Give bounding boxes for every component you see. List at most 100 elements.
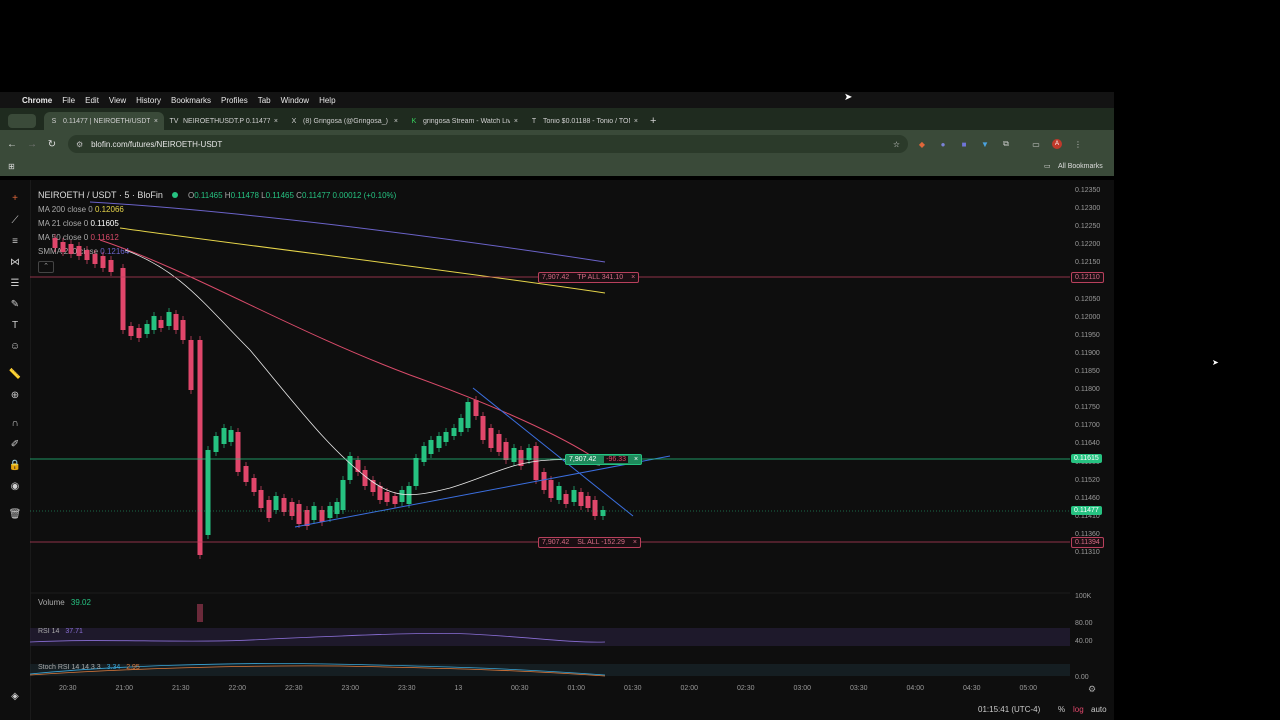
tab-blofin[interactable]: S 0.11477 | NEIROETH/USDT | × — [44, 112, 164, 130]
address-bar[interactable]: ⚙ blofin.com/futures/NEIROETH-USDT ☆ — [68, 135, 908, 153]
log-scale-toggle[interactable]: log — [1073, 705, 1084, 714]
price-axis-label: 0.12250 — [1075, 223, 1101, 231]
entry-price-badge: 0.11615 — [1071, 454, 1102, 463]
profile-avatar[interactable]: A — [1050, 137, 1064, 151]
auto-scale-toggle[interactable]: auto — [1091, 705, 1107, 714]
lock-icon[interactable]: 🔒 — [8, 459, 22, 473]
back-arrow-icon[interactable]: ← — [2, 139, 22, 150]
menu-edit[interactable]: Edit — [85, 96, 99, 105]
time-axis-label: 04:30 — [963, 685, 981, 692]
pattern-icon[interactable]: ⋈ — [8, 256, 22, 270]
layers-icon[interactable]: ◈ — [8, 690, 22, 704]
eye-icon[interactable]: ◉ — [8, 480, 22, 494]
close-icon[interactable]: × — [631, 274, 635, 281]
close-icon[interactable]: × — [634, 456, 638, 463]
sl-price-badge: 0.11394 — [1071, 537, 1104, 548]
smma-200-line — [89, 201, 606, 263]
menu-app-name[interactable]: Chrome — [22, 96, 52, 105]
time-axis-label: 21:30 — [172, 685, 190, 692]
time-axis-label: 04:00 — [906, 685, 925, 692]
chart-settings-icon[interactable]: ⚙ — [1088, 684, 1096, 695]
tab-tradingview[interactable]: TV NEIROETHUSDT.P 0.11477 ▼ × — [164, 112, 284, 130]
sl-size: 7,907.42 — [542, 539, 570, 546]
trash-icon[interactable]: 🗑 — [8, 508, 22, 522]
text-icon[interactable]: T — [8, 319, 22, 333]
ruler-icon[interactable]: 📏 — [8, 368, 22, 382]
tp-text: TP ALL 341.10 — [577, 274, 624, 281]
rsi-label: RSI 14 — [38, 628, 60, 635]
browser-toolbar: ← → ↻ ⚙ blofin.com/futures/NEIROETH-USDT… — [0, 130, 1114, 158]
extension-fox-icon[interactable]: ◆ — [915, 137, 929, 151]
menu-tab[interactable]: Tab — [258, 96, 271, 105]
time-axis-label: 22:00 — [228, 685, 247, 692]
extensions-puzzle-icon[interactable]: ⧉ — [999, 137, 1013, 151]
tab-x[interactable]: X (8) Gringosa (@Gringosa_) / × — [284, 112, 404, 130]
magnet-icon[interactable]: ∩ — [8, 417, 22, 431]
bookmark-star-icon[interactable]: ☆ — [893, 140, 900, 149]
trendline-icon[interactable]: ⟋ — [8, 214, 22, 228]
extension-gem-icon[interactable]: ▼ — [978, 137, 992, 151]
fib-icon[interactable]: ≡ — [8, 235, 22, 249]
volume-value: 39.02 — [70, 598, 91, 607]
tab-search-icon[interactable] — [8, 114, 36, 128]
bookmarks-bar: ⊞ ▭ All Bookmarks — [0, 158, 1114, 176]
menu-file[interactable]: File — [62, 96, 75, 105]
stoch-rsi-legend[interactable]: Stoch RSI 14 14 3 3 3.34 2.95 — [38, 664, 140, 671]
tab-label: 0.11477 | NEIROETH/USDT | — [63, 117, 150, 125]
menu-profiles[interactable]: Profiles — [221, 96, 248, 105]
close-icon[interactable]: × — [633, 539, 637, 546]
kebab-menu-icon[interactable]: ⋮ — [1071, 137, 1085, 151]
new-tab-plus-icon[interactable]: + — [650, 112, 656, 130]
utc-clock[interactable]: 01:15:41 (UTC-4) — [978, 705, 1040, 714]
blofin-favicon-icon: S — [51, 117, 57, 125]
extension-cloud-icon[interactable]: ● — [936, 137, 950, 151]
tab-label: (8) Gringosa (@Gringosa_) / — [303, 117, 390, 125]
tradingview-favicon-icon: TV — [169, 117, 179, 125]
price-axis-label: 0.12200 — [1075, 241, 1101, 249]
apps-grid-icon[interactable]: ⊞ — [8, 162, 15, 171]
close-icon[interactable]: × — [154, 118, 158, 125]
current-price-badge: 0.11477 — [1071, 506, 1102, 515]
close-icon[interactable]: × — [514, 118, 518, 125]
sl-order-tag[interactable]: 7,907.42 SL ALL -152.29 × — [538, 537, 641, 548]
entry-position-tag[interactable]: 7,907.42 -96.33 × — [565, 454, 643, 465]
tab-tonio[interactable]: T Tonio $0.01188 - Tonio / TON × — [524, 112, 644, 130]
menu-history[interactable]: History — [136, 96, 161, 105]
time-axis-label: 01:30 — [624, 685, 642, 692]
time-axis-label: 23:00 — [341, 685, 360, 692]
extension-shield-icon[interactable]: ■ — [957, 137, 971, 151]
menu-view[interactable]: View — [109, 96, 126, 105]
lock-drawing-icon[interactable]: ✐ — [8, 438, 22, 452]
menu-bookmarks[interactable]: Bookmarks — [171, 96, 211, 105]
brush-icon[interactable]: ✎ — [8, 298, 22, 312]
close-icon[interactable]: × — [274, 118, 278, 125]
candlestick-chart[interactable] — [30, 180, 1070, 680]
price-axis-label: 0.12000 — [1075, 313, 1101, 321]
time-axis-label: 21:00 — [115, 685, 134, 692]
crosshair-icon[interactable]: + — [8, 192, 22, 206]
ma-200-line — [119, 227, 606, 294]
menu-window[interactable]: Window — [281, 96, 309, 105]
price-axis-label: 0.11640 — [1075, 440, 1100, 448]
kick-favicon-icon: K — [411, 117, 417, 125]
site-settings-icon[interactable]: ⚙ — [76, 140, 83, 149]
reload-icon[interactable]: ↻ — [42, 139, 62, 150]
rsi-legend[interactable]: RSI 14 37.71 — [38, 628, 83, 635]
position-icon[interactable]: ☰ — [8, 277, 22, 291]
volume-legend[interactable]: Volume 39.02 — [38, 598, 91, 607]
emoji-icon[interactable]: ☺ — [8, 340, 22, 354]
time-axis-label: 20:30 — [59, 685, 77, 692]
percent-scale-toggle[interactable]: % — [1058, 705, 1065, 714]
tp-order-tag[interactable]: 7,907.42 TP ALL 341.10 × — [538, 272, 640, 283]
menu-help[interactable]: Help — [319, 96, 335, 105]
time-axis-label: 00:30 — [511, 685, 529, 692]
close-icon[interactable]: × — [634, 118, 638, 125]
price-axis-label: 0.11310 — [1075, 549, 1100, 556]
close-icon[interactable]: × — [394, 118, 398, 125]
zoom-icon[interactable]: ⊕ — [8, 389, 22, 403]
forward-arrow-icon[interactable]: → — [22, 139, 42, 150]
tab-kick[interactable]: K gringosa Stream - Watch Live × — [404, 112, 524, 130]
time-axis-label: 03:00 — [793, 685, 812, 692]
sidepanel-icon[interactable]: ▭ — [1029, 137, 1043, 151]
all-bookmarks-button[interactable]: All Bookmarks — [1058, 163, 1103, 170]
